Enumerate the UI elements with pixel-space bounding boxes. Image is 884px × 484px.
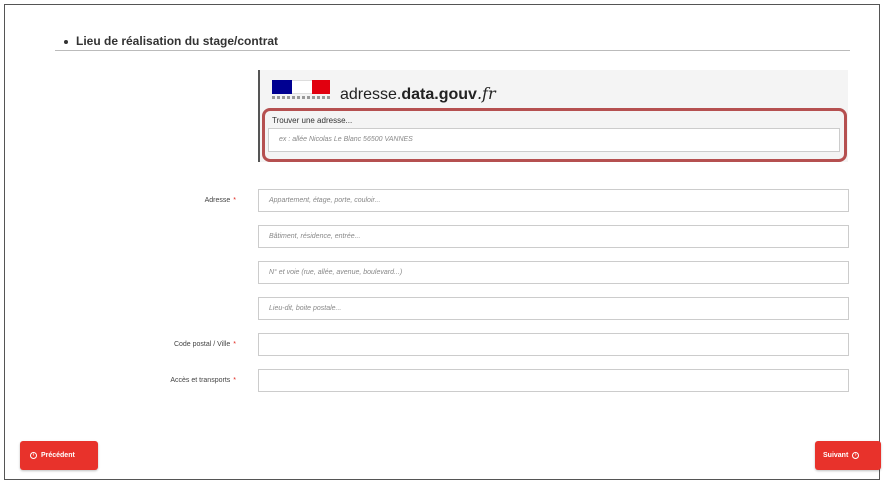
arrow-left-circle-icon: ‹ [30, 451, 37, 459]
section-divider [55, 50, 850, 51]
next-button[interactable]: Suivant › [815, 441, 881, 470]
acces-input[interactable] [258, 369, 849, 392]
adresse-line3-input[interactable]: N° et voie (rue, allée, avenue, boulevar… [258, 261, 849, 284]
bullet-icon [64, 39, 68, 44]
next-label: Suivant [823, 452, 849, 459]
marianne-logo [272, 80, 330, 102]
code-postal-label: Code postal / Ville * [173, 341, 236, 348]
adresse-label: Adresse * [204, 197, 236, 204]
adresse-line2-input[interactable]: Bâtiment, résidence, entrée... [258, 225, 849, 248]
previous-label: Précédent [40, 452, 75, 459]
acces-label: Accès et transports * [170, 377, 236, 384]
section-header: Lieu de réalisation du stage/contrat [64, 34, 278, 48]
adresse-line1-input[interactable]: Appartement, étage, porte, couloir... [258, 189, 849, 212]
previous-button[interactable]: ‹ Précédent [20, 441, 98, 470]
highlight-box [262, 108, 847, 162]
brand-name: adresse.data.gouv.fr [340, 84, 496, 103]
section-title: Lieu de réalisation du stage/contrat [76, 34, 279, 48]
arrow-right-circle-icon: › [852, 451, 860, 459]
adresse-line4-input[interactable]: Lieu-dit, boite postale... [258, 297, 849, 320]
code-postal-input[interactable] [258, 333, 849, 356]
